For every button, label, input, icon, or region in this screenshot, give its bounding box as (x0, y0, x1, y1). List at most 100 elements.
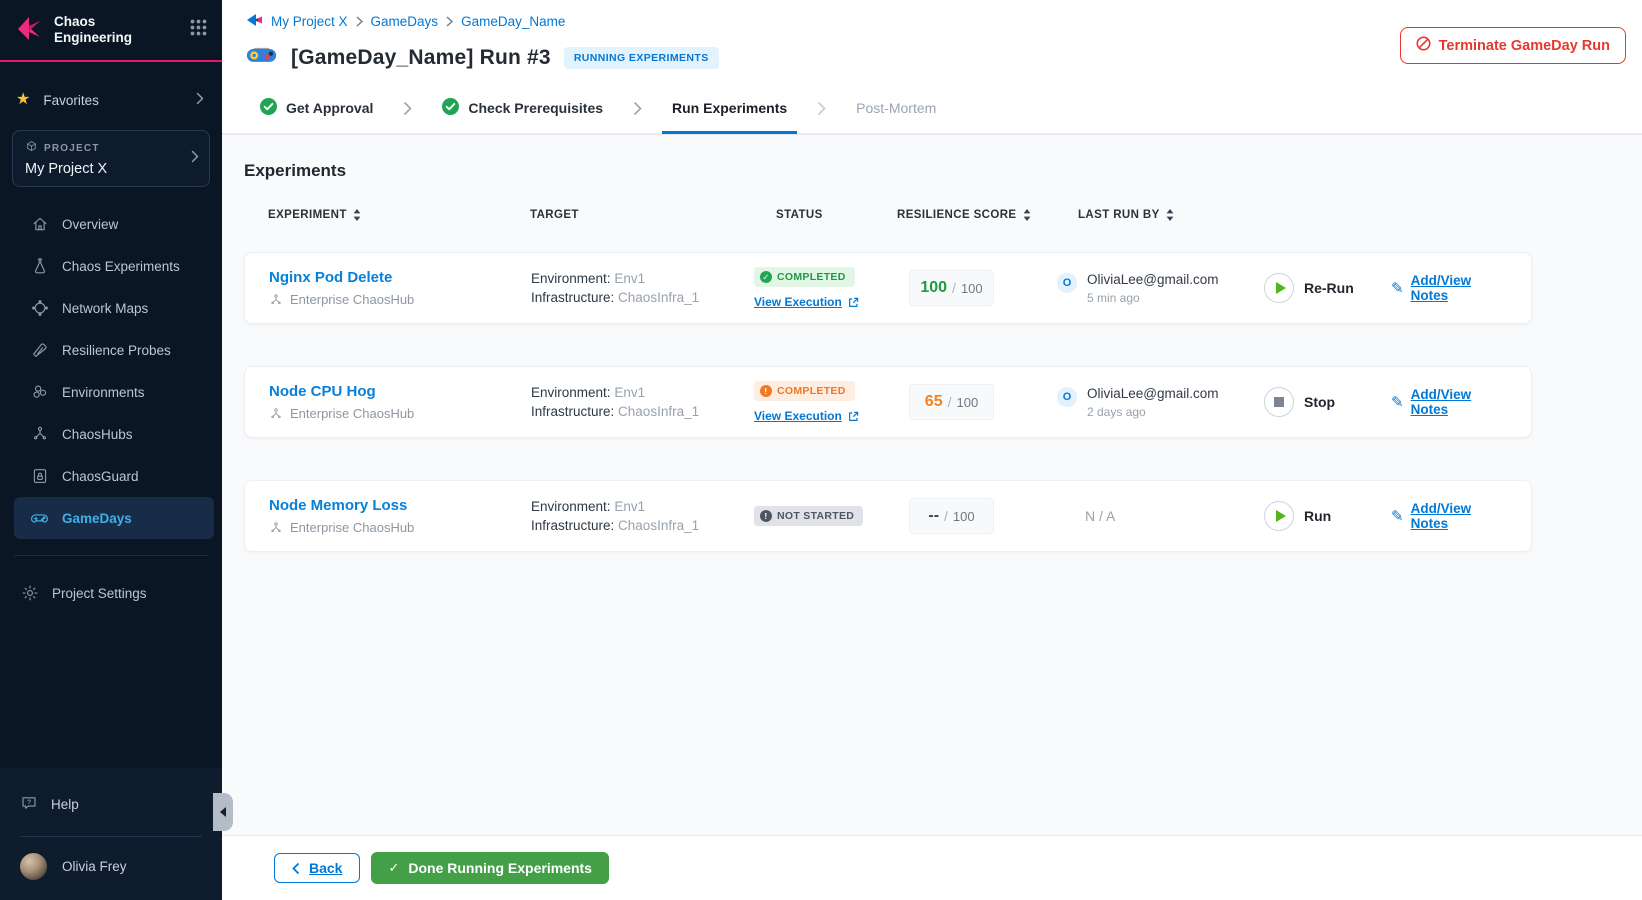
experiment-name-link[interactable]: Node Memory Loss (269, 497, 531, 514)
favorites-row[interactable]: ★ Favorites (0, 86, 222, 114)
sidebar-collapse-handle[interactable] (213, 793, 233, 831)
sidebar-item-resilience-probes[interactable]: Resilience Probes (0, 329, 222, 371)
rerun-button[interactable]: Re-Run (1264, 273, 1391, 303)
hub-icon (271, 407, 281, 418)
brand-logo-icon (14, 13, 44, 48)
play-icon (1264, 501, 1294, 531)
probe-icon (30, 341, 49, 360)
column-header-target[interactable]: TARGET (530, 209, 753, 221)
project-name: My Project X (25, 161, 108, 177)
flask-icon (30, 257, 49, 276)
step-post-mortem[interactable]: Post-Mortem (852, 82, 940, 134)
step-get-approval[interactable]: Get Approval (256, 82, 377, 134)
table-row: Node CPU Hog Enterprise ChaosHub Environ… (244, 366, 1532, 438)
step-run-experiments[interactable]: Run Experiments (662, 82, 798, 134)
target-cell: Environment: Env1 Infrastructure: ChaosI… (531, 383, 754, 421)
favorites-label: Favorites (43, 92, 99, 108)
chevron-right-icon (607, 82, 668, 134)
add-view-notes-link[interactable]: ✎ Add/View Notes (1391, 273, 1507, 303)
column-label: LAST RUN BY (1078, 209, 1160, 221)
terminate-label: Terminate GameDay Run (1438, 37, 1610, 54)
score-cell: 65 / 100 (898, 384, 1057, 420)
status-badge: ! COMPLETED (754, 381, 855, 401)
back-label: Back (309, 860, 343, 876)
sidebar-item-label: Resilience Probes (62, 342, 171, 358)
sidebar-item-chaoshubs[interactable]: ChaosHubs (0, 413, 222, 455)
status-badge: ✓ COMPLETED (754, 267, 855, 287)
exclamation-icon: ! (760, 385, 772, 397)
done-label: Done Running Experiments (408, 860, 592, 876)
step-label: Check Prerequisites (468, 100, 604, 116)
network-map-icon (30, 299, 49, 318)
breadcrumb-gameday-name[interactable]: GameDay_Name (461, 14, 565, 29)
sidebar-item-environments[interactable]: Environments (0, 371, 222, 413)
column-header-experiment[interactable]: EXPERIMENT (268, 209, 530, 221)
infra-label: Infrastructure: (531, 404, 615, 419)
column-label: RESILIENCE SCORE (897, 209, 1017, 221)
user-avatar (20, 853, 47, 880)
help-chat-icon: ? (20, 794, 38, 815)
view-execution-link[interactable]: View Execution (754, 409, 859, 423)
sidebar-item-chaosguard[interactable]: ChaosGuard (0, 455, 222, 497)
done-running-experiments-button[interactable]: ✓ Done Running Experiments (371, 852, 609, 884)
infra-value: ChaosInfra_1 (618, 518, 700, 533)
last-run-cell: O OliviaLee@gmail.com 2 days ago (1057, 386, 1264, 419)
sidebar-item-label: ChaosHubs (62, 426, 133, 442)
column-label: STATUS (776, 209, 823, 221)
score-separator: / (947, 394, 952, 410)
external-link-icon (848, 297, 859, 307)
view-execution-link[interactable]: View Execution (754, 295, 859, 309)
add-view-notes-link[interactable]: ✎ Add/View Notes (1391, 501, 1507, 531)
experiment-cell: Nginx Pod Delete Enterprise ChaosHub (269, 269, 531, 307)
target-cell: Environment: Env1 Infrastructure: ChaosI… (531, 269, 754, 307)
experiment-name-link[interactable]: Node CPU Hog (269, 383, 531, 400)
step-check-prerequisites[interactable]: Check Prerequisites (438, 82, 607, 134)
env-label: Environment: (531, 271, 611, 286)
score-max: 100 (956, 394, 979, 410)
last-run-user: OliviaLee@gmail.com (1087, 271, 1219, 287)
sidebar-item-network-maps[interactable]: Network Maps (0, 287, 222, 329)
column-header-last-run-by[interactable]: LAST RUN BY (1056, 209, 1263, 221)
breadcrumb-project[interactable]: My Project X (271, 14, 348, 29)
last-run-cell: O OliviaLee@gmail.com 5 min ago (1057, 272, 1264, 305)
terminate-gameday-button[interactable]: Terminate GameDay Run (1399, 27, 1626, 64)
run-button[interactable]: Run (1264, 501, 1391, 531)
user-name: Olivia Frey (62, 859, 127, 874)
status-cell: ! COMPLETED View Execution (754, 381, 898, 423)
sort-icon (1166, 209, 1174, 221)
stop-button[interactable]: Stop (1264, 387, 1391, 417)
app-grid-icon[interactable] (189, 18, 208, 42)
sidebar-item-gamedays[interactable]: GameDays (14, 497, 214, 539)
exclamation-icon: ! (760, 510, 772, 522)
sidebar-brand: Chaos Engineering (0, 0, 222, 62)
help-row[interactable]: ? Help (0, 786, 222, 822)
chevron-right-icon (377, 82, 438, 134)
hub-name: Enterprise ChaosHub (290, 520, 415, 535)
user-row[interactable]: Olivia Frey (0, 837, 222, 900)
experiment-cell: Node Memory Loss Enterprise ChaosHub (269, 497, 531, 535)
add-view-notes-link[interactable]: ✎ Add/View Notes (1391, 387, 1507, 417)
notes-label: Add/View Notes (1410, 273, 1472, 303)
env-value: Env1 (614, 385, 646, 400)
sidebar-item-project-settings[interactable]: Project Settings (0, 572, 222, 614)
page-header: My Project X GameDays GameDay_Name [Game… (222, 0, 1642, 82)
notes-label: Add/View Notes (1410, 501, 1472, 531)
experiment-name-link[interactable]: Nginx Pod Delete (269, 269, 531, 286)
breadcrumb-logo-icon (246, 12, 263, 31)
sidebar-item-chaos-experiments[interactable]: Chaos Experiments (0, 245, 222, 287)
column-header-status[interactable]: STATUS (753, 209, 897, 221)
sidebar: Chaos Engineering ★ Favorites PROJECT My… (0, 0, 222, 900)
sidebar-item-label: Chaos Experiments (62, 258, 180, 274)
sort-icon (353, 209, 361, 221)
project-selector[interactable]: PROJECT My Project X (12, 130, 210, 187)
status-text: COMPLETED (777, 271, 846, 283)
sidebar-item-overview[interactable]: Overview (0, 203, 222, 245)
breadcrumb-gamedays[interactable]: GameDays (371, 14, 439, 29)
gear-icon (20, 584, 39, 603)
infra-label: Infrastructure: (531, 518, 615, 533)
back-button[interactable]: Back (274, 853, 361, 883)
hub-icon (271, 521, 281, 532)
check-circle-icon (442, 98, 460, 118)
column-header-resilience-score[interactable]: RESILIENCE SCORE (897, 209, 1056, 221)
view-execution-label: View Execution (754, 409, 842, 423)
